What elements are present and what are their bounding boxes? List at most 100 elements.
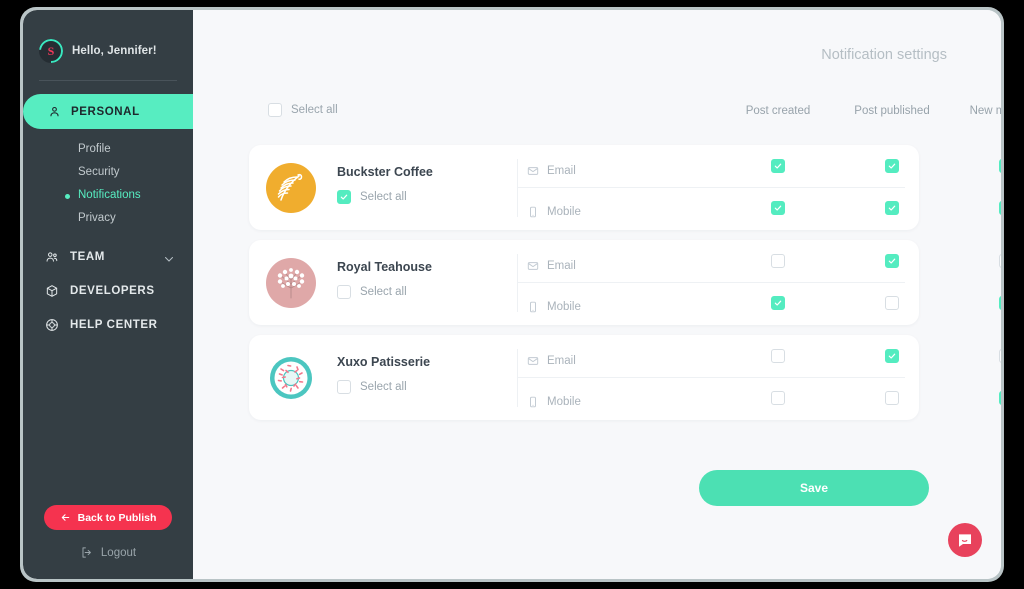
row-select-all-label: Select all (360, 191, 407, 203)
arrow-left-icon (60, 512, 71, 523)
checkbox-email-post-created[interactable] (771, 254, 785, 268)
channel-email-label: Email (547, 355, 576, 367)
page-title: Notification settings (821, 47, 947, 63)
checkbox-mobile-post-published[interactable] (885, 296, 899, 310)
envelope-icon (527, 260, 539, 272)
device-frame: S Hello, Jennifer! PERSONAL Profile Secu… (20, 7, 1004, 582)
chat-smile-icon (956, 531, 974, 549)
checkbox-email-post-published[interactable] (885, 254, 899, 268)
sidebar: S Hello, Jennifer! PERSONAL Profile Secu… (23, 10, 193, 579)
table-row: Royal Teahouse Select all Email Mobile (249, 240, 1001, 325)
mobile-icon (527, 301, 539, 313)
avatar (266, 258, 316, 308)
donut-icon (270, 357, 312, 399)
lifebuoy-icon (45, 318, 59, 332)
sidebar-divider (39, 80, 177, 81)
row-vertical-divider (517, 254, 518, 312)
checkbox-mobile-new-message[interactable] (999, 296, 1001, 310)
sidebar-item-developers[interactable]: DEVELOPERS (23, 284, 193, 298)
row-select-all-label: Select all (360, 286, 407, 298)
column-header-new-message: New message (969, 105, 1001, 117)
avatar (266, 163, 316, 213)
sidebar-item-help-center[interactable]: HELP CENTER (23, 318, 193, 332)
checkbox-email-new-message[interactable] (999, 159, 1001, 173)
back-to-publish-label: Back to Publish (77, 511, 157, 524)
checkbox-mobile-post-published[interactable] (885, 201, 899, 215)
channel-email: Email (527, 260, 576, 272)
sidebar-item-security[interactable]: Security (78, 166, 193, 178)
row-select-all[interactable]: Select all (337, 380, 407, 394)
select-all-global[interactable]: Select all (268, 103, 338, 117)
app-window: S Hello, Jennifer! PERSONAL Profile Secu… (23, 10, 1001, 579)
sidebar-item-help-center-label: HELP CENTER (70, 319, 158, 331)
people-icon (45, 250, 59, 264)
sidebar-item-personal-label: PERSONAL (71, 105, 140, 118)
channel-email: Email (527, 355, 576, 367)
sidebar-groups: TEAM DEVELOPERS HELP CENTER (23, 250, 193, 332)
envelope-icon (527, 355, 539, 367)
mobile-icon (527, 396, 539, 408)
checkbox-mobile-post-published[interactable] (885, 391, 899, 405)
checkbox-mobile-post-created[interactable] (771, 201, 785, 215)
checkbox-email-post-published[interactable] (885, 159, 899, 173)
business-name: Royal Teahouse (337, 260, 432, 274)
checkbox-email-post-published[interactable] (885, 349, 899, 363)
mobile-icon (527, 206, 539, 218)
channel-mobile-label: Mobile (547, 301, 581, 313)
chat-launcher-button[interactable] (948, 523, 982, 557)
row-horizontal-divider (517, 187, 905, 188)
select-all-global-checkbox[interactable] (268, 103, 282, 117)
checkbox-email-post-created[interactable] (771, 159, 785, 173)
save-button[interactable]: Save (699, 470, 929, 506)
row-select-all-checkbox[interactable] (337, 285, 351, 299)
column-header-post-created: Post created (745, 105, 811, 117)
logout-label: Logout (100, 546, 137, 559)
column-header-post-published: Post published (854, 105, 930, 117)
sidebar-item-team[interactable]: TEAM (23, 250, 193, 264)
sidebar-item-privacy[interactable]: Privacy (78, 212, 193, 224)
row-select-all-checkbox[interactable] (337, 190, 351, 204)
row-select-all[interactable]: Select all (337, 285, 407, 299)
checkbox-mobile-post-created[interactable] (771, 296, 785, 310)
channel-email-label: Email (547, 165, 576, 177)
main-content: Notification settings Select all Post cr… (193, 10, 1001, 579)
table-row: Buckster Coffee Select all Email Mobile (249, 145, 1001, 230)
sidebar-footer: Back to Publish Logout (23, 505, 193, 579)
row-select-all-label: Select all (360, 381, 407, 393)
logout-button[interactable]: Logout (80, 546, 136, 559)
logout-icon (80, 546, 93, 559)
sidebar-item-notifications[interactable]: Notifications (65, 189, 193, 201)
checkbox-email-post-created[interactable] (771, 349, 785, 363)
table-header: Select all Post created Post published N… (193, 98, 1001, 140)
greeting-text: Hello, Jennifer! (72, 45, 157, 57)
sidebar-item-developers-label: DEVELOPERS (70, 285, 155, 297)
checkbox-mobile-new-message[interactable] (999, 391, 1001, 405)
checkbox-mobile-post-created[interactable] (771, 391, 785, 405)
row-select-all-checkbox[interactable] (337, 380, 351, 394)
business-name: Xuxo Patisserie (337, 355, 431, 369)
cube-icon (45, 284, 59, 298)
business-name: Buckster Coffee (337, 165, 433, 179)
channel-mobile: Mobile (527, 301, 581, 313)
sidebar-item-profile[interactable]: Profile (78, 143, 193, 155)
row-vertical-divider (517, 349, 518, 407)
channel-email: Email (527, 165, 576, 177)
row-horizontal-divider (517, 377, 905, 378)
select-all-global-label: Select all (291, 104, 338, 116)
person-icon (48, 105, 61, 118)
envelope-icon (527, 165, 539, 177)
checkbox-mobile-new-message[interactable] (999, 201, 1001, 215)
sidebar-item-team-label: TEAM (70, 251, 105, 263)
avatar (266, 353, 316, 403)
sidebar-item-personal[interactable]: PERSONAL (23, 94, 193, 129)
chevron-down-icon[interactable] (163, 253, 175, 265)
channel-mobile-label: Mobile (547, 396, 581, 408)
checkbox-email-new-message[interactable] (999, 349, 1001, 363)
checkbox-email-new-message[interactable] (999, 254, 1001, 268)
berry-branch-icon (277, 268, 305, 299)
channel-mobile: Mobile (527, 396, 581, 408)
sidebar-subnav: Profile Security Notifications Privacy (23, 143, 193, 224)
channel-mobile-label: Mobile (547, 206, 581, 218)
row-select-all[interactable]: Select all (337, 190, 407, 204)
back-to-publish-button[interactable]: Back to Publish (44, 505, 172, 530)
